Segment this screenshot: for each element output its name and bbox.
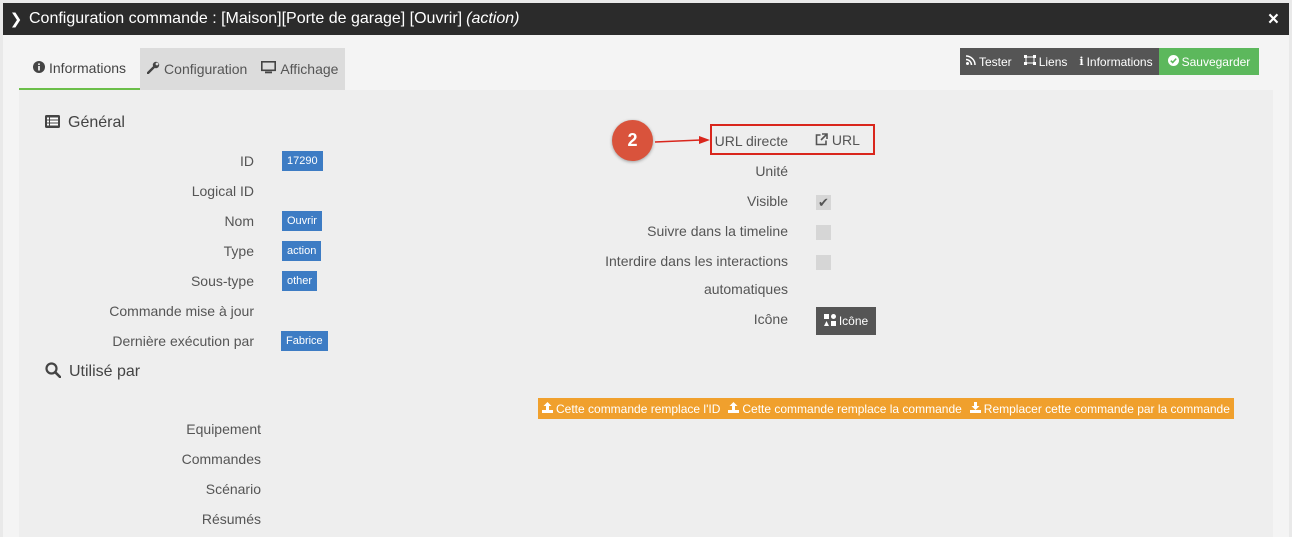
commande-mise-a-jour-label: Commande mise à jour: [109, 303, 254, 319]
remplace-id-text: Cette commande remplace l'ID: [556, 401, 721, 416]
id-label: ID: [240, 153, 254, 169]
remplace-commande-text: Cette commande remplace la commande: [742, 401, 962, 416]
tab-informations[interactable]: Informations: [19, 48, 141, 90]
external-link-icon: [815, 132, 832, 148]
sous-type-label: Sous-type: [190, 273, 254, 289]
derniere-execution-badge: Fabrice: [281, 331, 328, 351]
timeline-label: Suivre dans la timeline: [647, 223, 788, 239]
url-link[interactable]: URL: [815, 132, 860, 148]
check-circle-icon: [1167, 54, 1179, 69]
interdire-label-line2: automatiques: [703, 281, 788, 297]
scenario-label: Scénario: [205, 481, 261, 497]
nom-value-badge: Ouvrir: [282, 211, 322, 231]
modal-titlebar: ❯ Configuration commande : [Maison][Port…: [3, 3, 1289, 35]
wrench-icon: [146, 61, 160, 77]
id-value-badge: 17290: [282, 151, 323, 171]
tester-label: Tester: [979, 54, 1012, 69]
modal-title-type: (action): [466, 10, 520, 27]
visible-checkbox[interactable]: ✔: [816, 195, 831, 210]
remplace-id-button[interactable]: Cette commande remplace l'ID: [538, 398, 724, 419]
url-link-text: URL: [831, 132, 860, 148]
type-value-badge: action: [282, 241, 322, 261]
timeline-checkbox[interactable]: [816, 225, 831, 240]
download-icon: [969, 401, 981, 416]
interdire-checkbox[interactable]: [816, 255, 831, 270]
commandes-label: Commandes: [181, 451, 261, 467]
remplacer-par-commande-button[interactable]: Remplacer cette commande par la commande: [966, 398, 1234, 419]
nom-label: Nom: [224, 213, 254, 229]
icone-button-text: Icône: [838, 314, 869, 328]
tab-label: Affichage: [280, 61, 339, 77]
tab-configuration[interactable]: Configuration: [140, 48, 255, 90]
informations-button[interactable]: i Informations: [1073, 48, 1159, 75]
visible-label: Visible: [747, 193, 788, 209]
tab-bar: Informations Configuration Affichage: [19, 48, 346, 90]
liens-label: Liens: [1038, 54, 1068, 69]
rss-icon: [965, 55, 976, 68]
replace-buttons-group: Cette commande remplace l'ID Cette comma…: [538, 398, 1234, 419]
tester-button[interactable]: Tester: [960, 48, 1018, 75]
action-toolbar: Tester Liens i Informations Sauvegarder: [960, 48, 1260, 75]
equipement-label: Equipement: [186, 421, 261, 437]
tab-affichage[interactable]: Affichage: [254, 48, 346, 90]
remplace-commande-button[interactable]: Cette commande remplace la commande: [724, 398, 965, 419]
monitor-icon: [261, 61, 277, 77]
annotation-arrow: [654, 136, 710, 144]
icons-icon: [823, 313, 836, 329]
resumes-label: Résumés: [201, 511, 261, 527]
icone-label: Icône: [753, 311, 788, 327]
remplacer-par-commande-text: Remplacer cette commande par la commande: [983, 401, 1230, 416]
informations-label: Informations: [1086, 54, 1153, 69]
sous-type-value-badge: other: [282, 271, 318, 291]
annotation-marker: 2: [612, 120, 653, 161]
upload-icon: [728, 401, 740, 416]
utilise-par-title-text: Utilisé par: [69, 363, 141, 380]
chevron-right-icon: ❯: [9, 11, 23, 28]
utilise-par-section-title: Utilisé par: [45, 362, 140, 382]
modal-title: Configuration commande : [Maison][Porte …: [29, 10, 463, 27]
interdire-label-line1: Interdire dans les interactions: [605, 253, 788, 269]
tab-label: Configuration: [164, 61, 248, 77]
general-section-title: Général: [45, 114, 125, 132]
derniere-execution-label: Dernière exécution par: [112, 333, 254, 349]
liens-button[interactable]: Liens: [1017, 48, 1074, 75]
unite-label: Unité: [755, 163, 788, 179]
sauvegarder-label: Sauvegarder: [1181, 54, 1251, 69]
general-title-text: Général: [68, 114, 125, 131]
network-icon: [1023, 55, 1036, 68]
upload-icon: [542, 401, 553, 416]
logical-id-label: Logical ID: [191, 183, 254, 199]
info-circle-icon: [33, 60, 45, 76]
search-icon: [45, 362, 62, 382]
type-label: Type: [223, 243, 254, 259]
icone-button[interactable]: Icône: [816, 307, 876, 335]
info-icon: i: [1079, 55, 1084, 68]
sauvegarder-button[interactable]: Sauvegarder: [1158, 48, 1260, 75]
tab-label: Informations: [49, 60, 127, 76]
close-icon[interactable]: ×: [1268, 9, 1279, 31]
list-icon: [45, 114, 60, 132]
